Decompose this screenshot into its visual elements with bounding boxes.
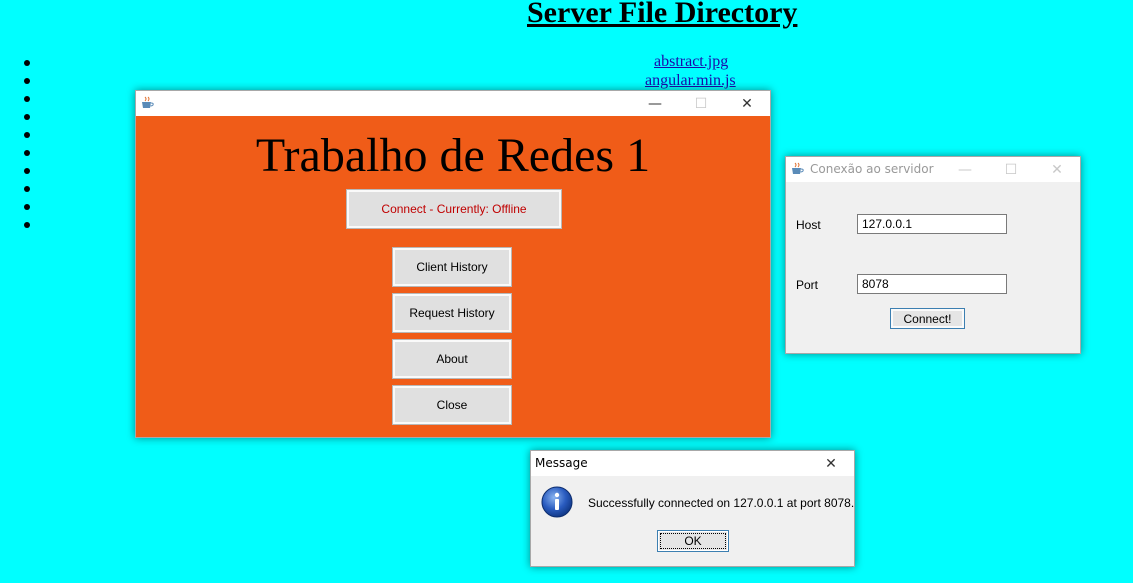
close-button[interactable]: ✕ [1034, 157, 1080, 182]
main-window-titlebar[interactable]: — ☐ ✕ [136, 91, 770, 116]
info-icon [541, 486, 573, 518]
connect-submit-button[interactable]: Connect! [890, 308, 965, 329]
host-label: Host [796, 218, 821, 232]
java-coffee-icon [792, 162, 804, 174]
about-button[interactable]: About [392, 339, 512, 379]
connect-button[interactable]: Connect - Currently: Offline [346, 189, 562, 229]
client-history-button[interactable]: Client History [392, 247, 512, 287]
page-title: Server File Directory [527, 0, 798, 29]
list-bullet [24, 96, 30, 102]
connection-dialog: Conexão ao servidor — ☐ ✕ Host Port Conn… [785, 156, 1081, 354]
close-button[interactable]: ✕ [808, 451, 854, 476]
message-dialog-titlebar[interactable]: Message ✕ [531, 451, 854, 476]
list-bullet [24, 204, 30, 210]
list-bullet [24, 78, 30, 84]
main-window-content: Trabalho de Redes 1 Connect - Currently:… [136, 116, 770, 437]
app-heading: Trabalho de Redes 1 [255, 129, 651, 182]
minimize-button[interactable]: — [632, 91, 678, 116]
list-bullet [24, 60, 30, 66]
message-dialog: Message ✕ Successfully connected on 127.… [530, 450, 855, 567]
port-input[interactable] [857, 274, 1007, 294]
main-window: — ☐ ✕ Trabalho de Redes 1 Connect - Curr… [135, 90, 771, 438]
message-dialog-title: Message [535, 456, 588, 470]
list-bullet [24, 132, 30, 138]
minimize-button[interactable]: — [942, 157, 988, 182]
connection-dialog-title: Conexão ao servidor [810, 162, 934, 176]
maximize-button: ☐ [694, 95, 708, 112]
maximize-button: ☐ [1004, 161, 1018, 178]
list-bullet [24, 150, 30, 156]
file-link-angular[interactable]: angular.min.js [645, 72, 736, 90]
close-button[interactable]: ✕ [724, 91, 770, 116]
request-history-button[interactable]: Request History [392, 293, 512, 333]
file-bullet-list [24, 54, 30, 240]
message-text: Successfully connected on 127.0.0.1 at p… [588, 496, 855, 510]
list-bullet [24, 168, 30, 174]
java-coffee-icon [142, 96, 154, 108]
list-bullet [24, 114, 30, 120]
port-label: Port [796, 278, 819, 292]
list-bullet [24, 186, 30, 192]
list-bullet [24, 222, 30, 228]
connection-dialog-titlebar[interactable]: Conexão ao servidor — ☐ ✕ [786, 157, 1080, 182]
host-input[interactable] [857, 214, 1007, 234]
ok-button[interactable]: OK [657, 530, 729, 552]
close-app-button[interactable]: Close [392, 385, 512, 425]
file-link-abstract[interactable]: abstract.jpg [654, 53, 728, 71]
